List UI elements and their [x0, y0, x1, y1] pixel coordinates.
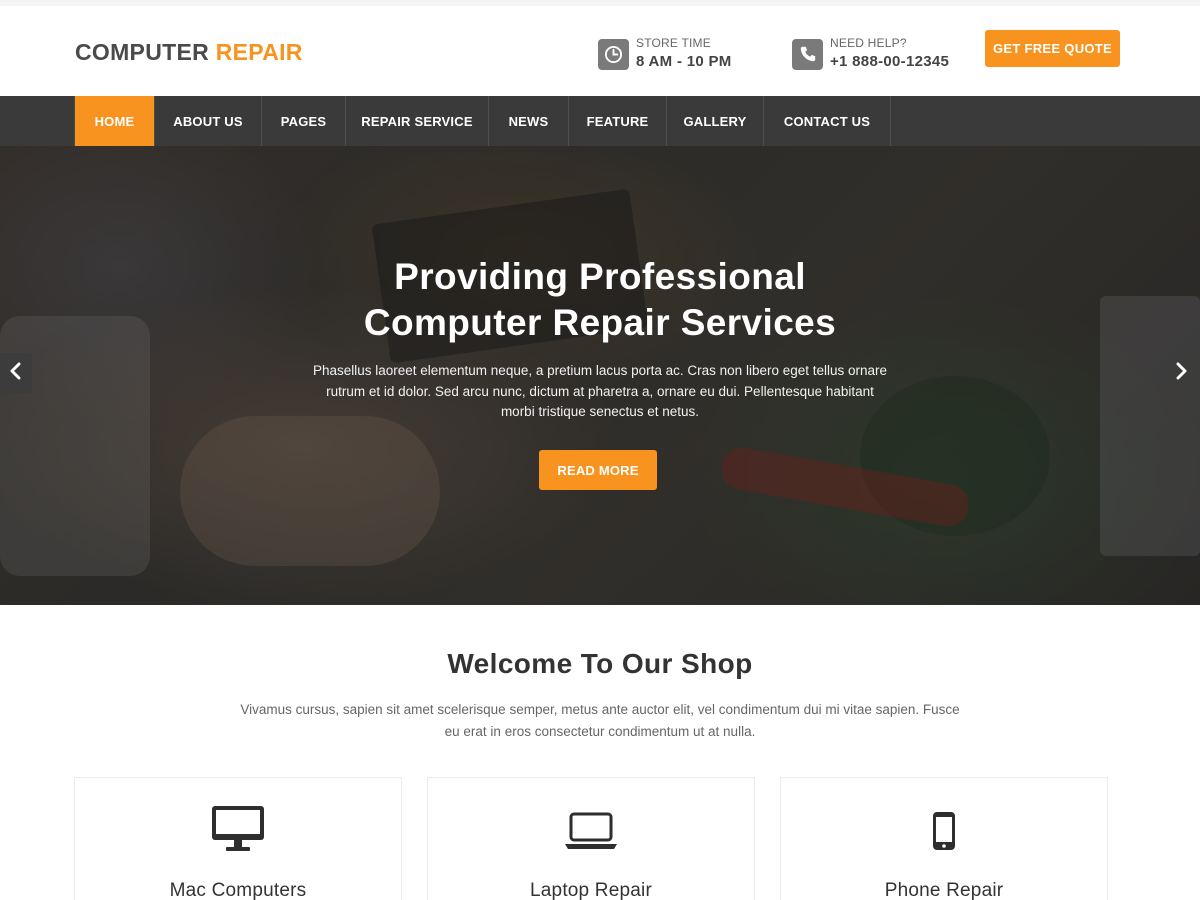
service-card-phone[interactable]: Phone Repair [780, 777, 1108, 900]
chevron-left-icon [9, 362, 23, 385]
help-info: NEED HELP? +1 888-00-12345 [792, 34, 949, 74]
welcome-description-line-1: Vivamus cursus, sapien sit amet sceleris… [240, 702, 960, 717]
site-logo[interactable]: COMPUTER REPAIR [75, 39, 303, 66]
welcome-title: Welcome To Our Shop [447, 648, 753, 679]
nav-item-home[interactable]: HOME [75, 96, 155, 146]
logo-main-text: COMPUTER [75, 39, 210, 65]
service-card-laptop[interactable]: Laptop Repair [427, 777, 755, 900]
service-card-title: Mac Computers [169, 880, 307, 900]
hero-description: Phasellus laoreet elementum neque, a pre… [295, 361, 905, 423]
hero-description-line-1: Phasellus laoreet elementum neque, a pre… [312, 363, 888, 378]
phone-mobile-icon [781, 804, 1107, 854]
nav-list: HOME ABOUT US PAGES REPAIR SERVICE NEWS … [74, 96, 891, 146]
slider-prev-button[interactable] [0, 353, 32, 393]
nav-item-about-us[interactable]: ABOUT US [155, 96, 262, 146]
store-time-label: STORE TIME [636, 36, 711, 51]
get-free-quote-button[interactable]: GET FREE QUOTE [985, 30, 1120, 67]
laptop-icon [428, 804, 754, 854]
help-label: NEED HELP? [830, 36, 907, 51]
store-time-info: STORE TIME 8 AM - 10 PM [598, 34, 732, 74]
store-time-value: 8 AM - 10 PM [636, 53, 732, 71]
hero-description-line-3: morbi tristique senectus et netus. [500, 404, 700, 419]
main-nav: HOME ABOUT US PAGES REPAIR SERVICE NEWS … [0, 96, 1200, 146]
nav-item-contact-us[interactable]: CONTACT US [764, 96, 891, 146]
service-card-title: Phone Repair [884, 880, 1004, 900]
nav-item-gallery[interactable]: GALLERY [667, 96, 764, 146]
service-card-mac[interactable]: Mac Computers [74, 777, 402, 900]
nav-item-repair-service[interactable]: REPAIR SERVICE [346, 96, 489, 146]
nav-item-pages[interactable]: PAGES [262, 96, 346, 146]
help-phone-number[interactable]: +1 888-00-12345 [830, 53, 949, 72]
nav-item-news[interactable]: NEWS [489, 96, 569, 146]
site-header: COMPUTER REPAIR STORE TIME 8 AM - 10 PM … [0, 6, 1200, 96]
phone-icon [792, 38, 823, 70]
hero-slider: Providing Professional Computer Repair S… [0, 146, 1200, 605]
welcome-description: Vivamus cursus, sapien sit amet sceleris… [222, 699, 978, 743]
logo-accent-text: REPAIR [215, 39, 303, 65]
monitor-icon [75, 804, 401, 854]
hero-title-line-2: Computer Repair Services [363, 302, 837, 343]
hero-title-line-1: Providing Professional [394, 256, 806, 297]
chevron-right-icon [1174, 362, 1188, 385]
slider-next-button[interactable] [1165, 353, 1197, 393]
welcome-description-line-2: eu erat in eros consectetur condimentum … [444, 724, 756, 739]
read-more-button[interactable]: READ MORE [539, 450, 657, 490]
hero-title: Providing Professional Computer Repair S… [250, 254, 950, 346]
clock-icon [598, 38, 629, 70]
hero-description-line-2: rutrum et id dolor. Sed arcu nunc, dictu… [326, 383, 874, 399]
nav-item-feature[interactable]: FEATURE [569, 96, 667, 146]
service-card-title: Laptop Repair [530, 880, 652, 900]
